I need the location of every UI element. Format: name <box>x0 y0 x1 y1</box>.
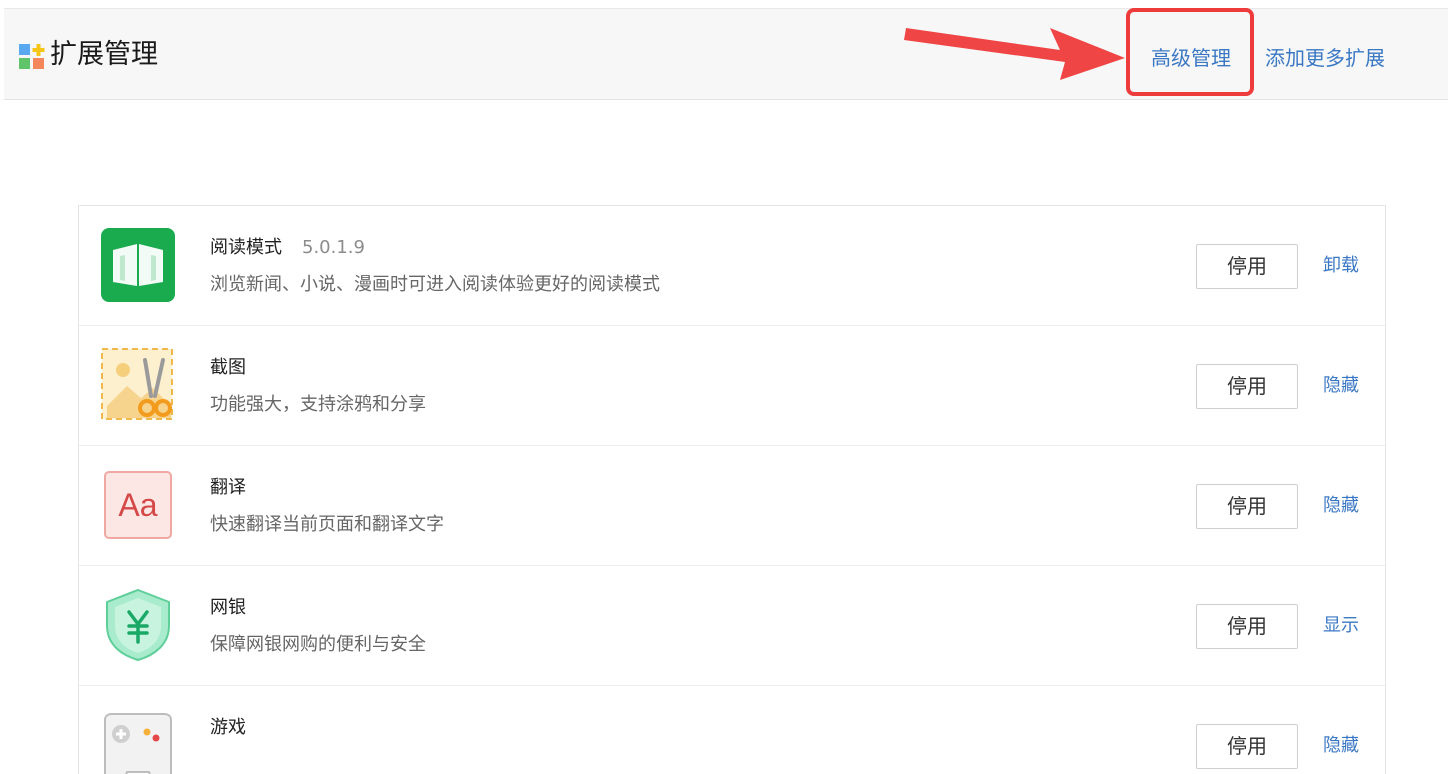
show-link[interactable]: 显示 <box>1323 614 1359 638</box>
extension-row-online-banking: 网银 保障网银网购的便利与安全 停用 显示 <box>79 566 1385 686</box>
hide-link[interactable]: 隐藏 <box>1323 494 1359 518</box>
advanced-management-link[interactable]: 高级管理 <box>1151 44 1231 72</box>
hide-link[interactable]: 隐藏 <box>1323 734 1359 758</box>
uninstall-link[interactable]: 卸载 <box>1323 254 1359 278</box>
disable-button[interactable]: 停用 <box>1196 364 1298 409</box>
extension-name: 网银 <box>210 597 246 618</box>
shield-yen-icon <box>106 588 170 662</box>
disable-button[interactable]: 停用 <box>1196 484 1298 529</box>
extension-list: 阅读模式 5.0.1.9 浏览新闻、小说、漫画时可进入阅读体验更好的阅读模式 停… <box>78 205 1386 774</box>
extension-row-screenshot: 截图 功能强大，支持涂鸦和分享 停用 隐藏 <box>79 326 1385 446</box>
extension-description: 功能强大，支持涂鸦和分享 <box>210 394 426 415</box>
extension-name: 截图 <box>210 357 246 378</box>
translate-icon: Aa <box>104 471 172 539</box>
extensions-icon <box>19 44 45 69</box>
hide-link[interactable]: 隐藏 <box>1323 374 1359 398</box>
disable-button[interactable]: 停用 <box>1196 724 1298 769</box>
extension-description: 保障网银网购的便利与安全 <box>210 634 426 655</box>
add-more-extensions-link[interactable]: 添加更多扩展 <box>1265 44 1385 72</box>
extension-name: 游戏 <box>210 717 246 738</box>
extension-description: 快速翻译当前页面和翻译文字 <box>210 514 444 535</box>
extension-row-translate: Aa 翻译 快速翻译当前页面和翻译文字 停用 隐藏 <box>79 446 1385 566</box>
extension-version: 5.0.1.9 <box>302 237 365 258</box>
extension-name: 翻译 <box>210 477 246 498</box>
extension-row-reading-mode: 阅读模式 5.0.1.9 浏览新闻、小说、漫画时可进入阅读体验更好的阅读模式 停… <box>79 206 1385 326</box>
gamepad-icon <box>104 713 172 774</box>
book-icon <box>101 228 175 302</box>
extension-name: 阅读模式 <box>210 237 282 258</box>
scissors-icon <box>101 348 173 420</box>
disable-button[interactable]: 停用 <box>1196 244 1298 289</box>
page-title: 扩展管理 <box>50 39 158 70</box>
extension-description: 浏览新闻、小说、漫画时可进入阅读体验更好的阅读模式 <box>210 274 660 295</box>
extension-row-games: 游戏 停用 隐藏 <box>79 686 1385 774</box>
svg-text:Aa: Aa <box>118 487 157 523</box>
disable-button[interactable]: 停用 <box>1196 604 1298 649</box>
annotation-arrow <box>904 28 1125 80</box>
